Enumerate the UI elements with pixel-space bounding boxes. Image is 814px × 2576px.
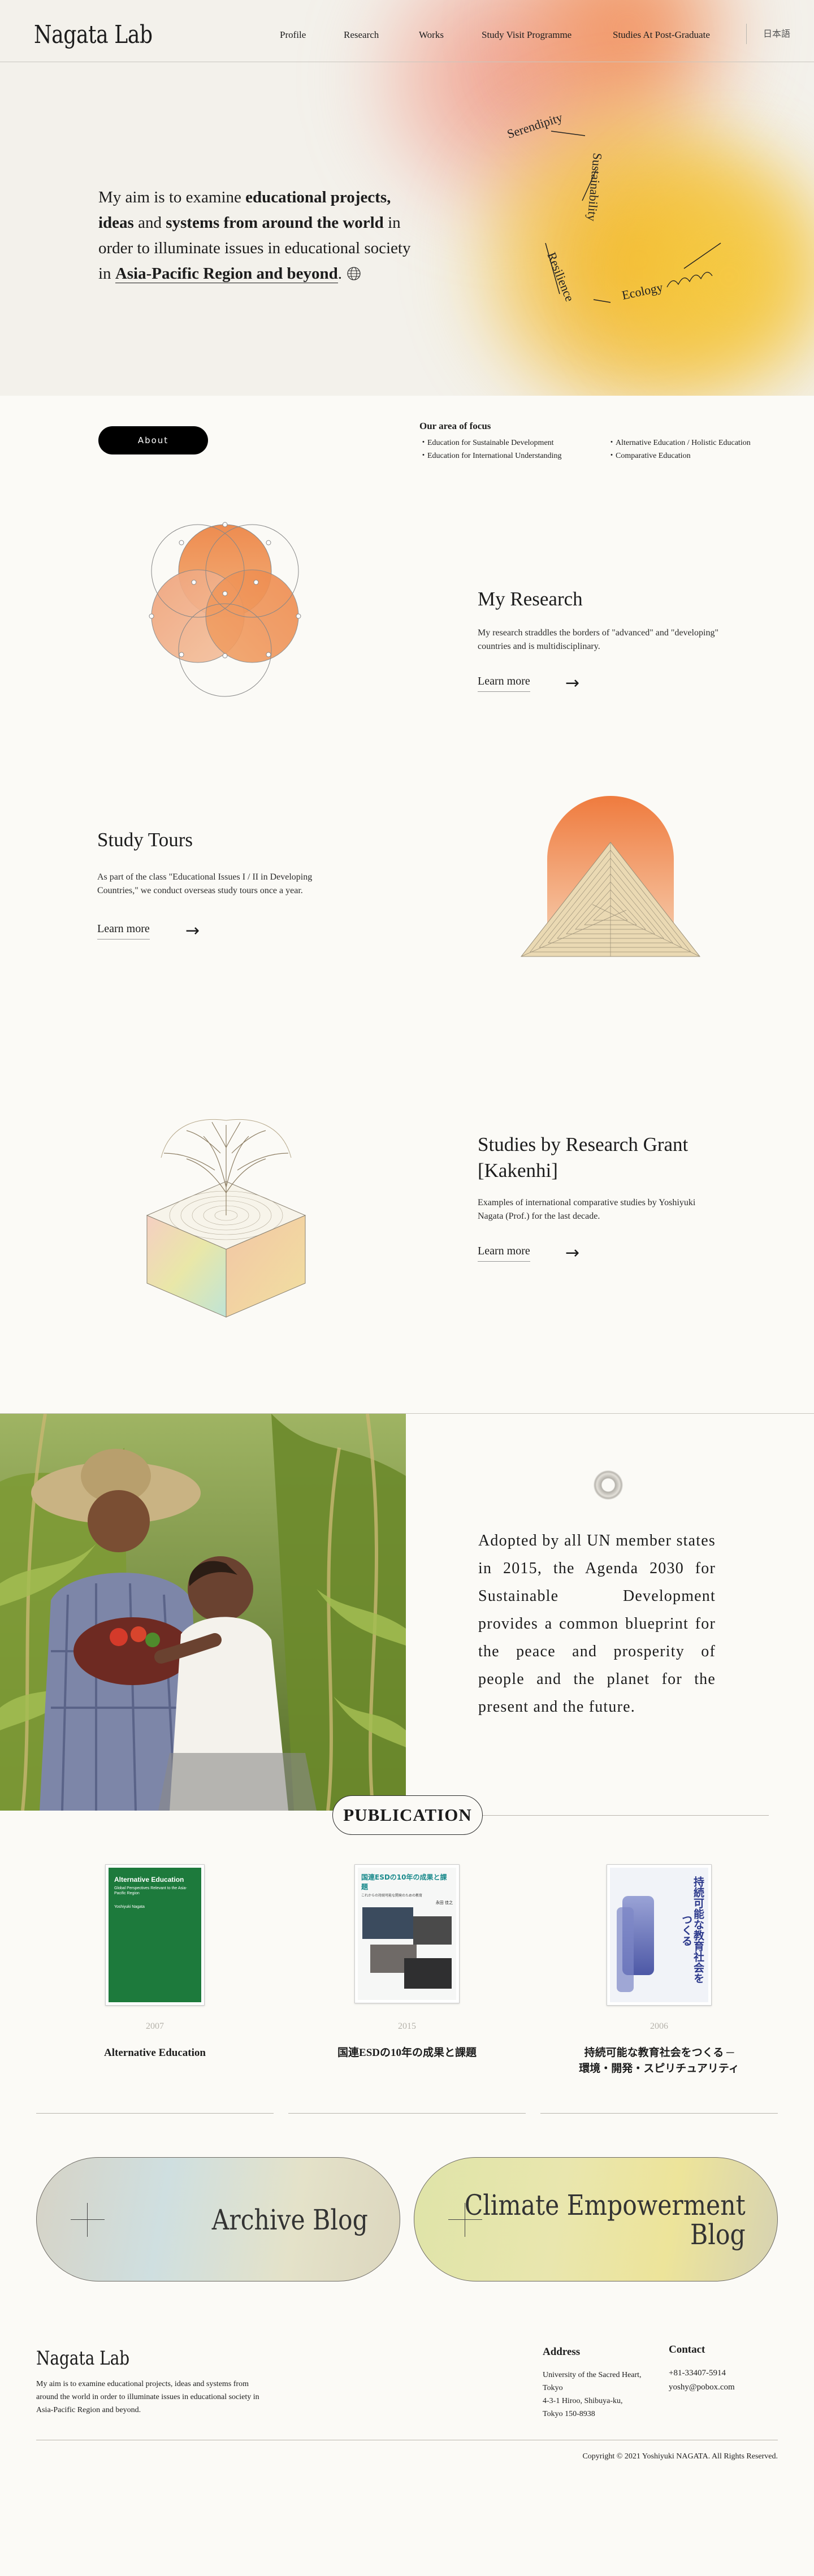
book-title[interactable]: 持続可能な教育社会をつくる ─ 環境・開発・スピリチュアリティ — [540, 2045, 778, 2077]
divider — [288, 2113, 526, 2114]
book-title[interactable]: Alternative Education — [36, 2045, 274, 2061]
footer-about: My aim is to examine educational project… — [36, 2380, 259, 2414]
hero-keyword-path: Serendipity Sustainability Resilience Ec… — [505, 110, 721, 304]
address: University of the Sacred Heart, Tokyo 4-… — [543, 2371, 642, 2418]
focus-item: ・Alternative Education / Holistic Educat… — [608, 439, 751, 447]
address-title: Address — [543, 2346, 581, 2358]
sdg-section: Adopted by all UN member states in 2015,… — [0, 1413, 814, 1832]
divider — [36, 2113, 274, 2114]
research-description: My research straddles the borders of "ad… — [478, 628, 718, 651]
nav-divider — [746, 24, 747, 44]
hero-statement: My aim is to examine educational project… — [98, 188, 411, 283]
research-circles-illustration — [149, 522, 301, 697]
grant-section: Studies by Research Grant [Kakenhi] Examp… — [0, 1068, 814, 1413]
research-title: My Research — [478, 588, 583, 610]
contact-title: Contact — [669, 2344, 705, 2356]
book-cover[interactable]: 持続可能な教育社会をつくる — [607, 1864, 712, 2006]
keyword-sustainability: Sustainability — [584, 153, 604, 222]
phone-link[interactable]: +81-33407-5914 — [669, 2369, 726, 2378]
cover-art: 国連ESDの10年の成果と課題 これからの持続可能な開発のための教育 永田 佳之 — [358, 1868, 456, 2000]
contact-info: +81-33407-5914 yoshy@pobox.com — [669, 2366, 735, 2395]
grant-description: Examples of international comparative st… — [478, 1198, 696, 1221]
site-logo[interactable]: Nagata Lab — [34, 20, 153, 49]
tours-learn-more[interactable]: Learn more — [97, 923, 150, 940]
focus-item: ・Education for International Understandi… — [419, 452, 562, 460]
nav-item-research[interactable]: Research — [344, 29, 379, 41]
nav-item-works[interactable]: Works — [419, 29, 444, 41]
nav-item-profile[interactable]: Profile — [280, 29, 306, 41]
publication-header: PUBLICATION — [0, 1795, 814, 1852]
grant-title: Studies by Research Grant [Kakenhi] — [478, 1133, 689, 1181]
climate-blog-link[interactable]: Climate Empowerment Blog — [414, 2157, 778, 2281]
climate-blog-label: Climate Empowerment Blog — [465, 2189, 746, 2251]
grant-learn-more[interactable]: Learn more — [478, 1245, 530, 1262]
nav-item-post-graduate[interactable]: Studies At Post-Graduate — [613, 29, 710, 41]
research-learn-more[interactable]: Learn more — [478, 675, 530, 692]
book-item[interactable]: Alternative Education Global Perspective… — [36, 1852, 274, 2118]
globe-icon — [347, 267, 361, 280]
email-link[interactable]: yoshy@pobox.com — [669, 2383, 735, 2392]
book-year: 2015 — [398, 2021, 416, 2031]
sdg-statement: Adopted by all UN member states in 2015,… — [478, 1532, 716, 1716]
archive-blog-link[interactable]: Archive Blog — [36, 2157, 400, 2281]
about-button[interactable]: About — [98, 426, 208, 454]
asia-pacific-link[interactable]: Asia-Pacific Region and beyond — [115, 265, 338, 283]
tours-description: As part of the class "Educational Issues… — [97, 872, 313, 895]
footer-logo[interactable]: Nagata Lab — [36, 2347, 129, 2370]
about-section: About Our area of focus ・Education for S… — [0, 396, 814, 509]
publication-list: Alternative Education Global Perspective… — [0, 1852, 814, 2118]
tours-pyramid-illustration — [520, 796, 701, 957]
focus-title: Our area of focus — [419, 421, 491, 431]
focus-item: ・Comparative Education — [608, 452, 691, 460]
publication-heading: PUBLICATION — [332, 1795, 483, 1835]
book-title[interactable]: 国連ESDの10年の成果と課題 — [288, 2045, 526, 2061]
sdg-ring-icon — [594, 1470, 623, 1500]
focus-item: ・Education for Sustainable Development — [419, 439, 554, 447]
grant-cube-tree-illustration — [146, 1119, 306, 1318]
tours-title: Study Tours — [97, 829, 193, 851]
arrow-right-icon[interactable]: → — [565, 1245, 579, 1262]
book-item[interactable]: 国連ESDの10年の成果と課題 これからの持続可能な開発のための教育 永田 佳之… — [288, 1852, 526, 2118]
cover-art: Alternative Education Global Perspective… — [109, 1868, 201, 2002]
blog-links: Archive Blog Climate Empowerment Blog — [0, 2118, 814, 2304]
site-header: Nagata Lab Profile Research Works Study … — [0, 0, 814, 62]
book-item[interactable]: 持続可能な教育社会をつくる 2006 持続可能な教育社会をつくる ─ 環境・開発・… — [540, 1852, 778, 2118]
divider — [540, 2113, 778, 2114]
arrow-right-icon[interactable]: → — [185, 923, 200, 940]
tours-section: Study Tours As part of the class "Educat… — [0, 791, 814, 1068]
language-switch[interactable]: 日本語 — [763, 26, 790, 40]
farmers-photo — [0, 1414, 406, 1811]
cover-art: 持続可能な教育社会をつくる — [610, 1868, 708, 2002]
archive-blog-label: Archive Blog — [211, 2203, 368, 2236]
keyword-resilience: Resilience — [544, 250, 577, 304]
arrow-right-icon[interactable]: → — [565, 675, 579, 692]
plus-icon — [71, 2203, 105, 2237]
copyright: Copyright © 2021 Yoshiyuki NAGATA. All R… — [582, 2452, 778, 2461]
focus-list-1: ・Education for Sustainable Development ・… — [419, 436, 562, 462]
site-footer: Nagata Lab My aim is to examine educatio… — [0, 2304, 814, 2474]
keyword-serendipity: Serendipity — [505, 110, 564, 141]
divider — [478, 1815, 769, 1816]
nav-item-study-visit[interactable]: Study Visit Programme — [482, 29, 571, 41]
research-section: My Research My research straddles the bo… — [0, 509, 814, 791]
book-cover[interactable]: Alternative Education Global Perspective… — [105, 1864, 205, 2006]
keyword-ecology: Ecology — [621, 280, 664, 302]
book-cover[interactable]: 国連ESDの10年の成果と課題 これからの持続可能な開発のための教育 永田 佳之 — [354, 1864, 460, 2003]
book-year: 2007 — [146, 2021, 164, 2031]
book-year: 2006 — [650, 2021, 668, 2031]
focus-list-2: ・Alternative Education / Holistic Educat… — [608, 436, 751, 462]
